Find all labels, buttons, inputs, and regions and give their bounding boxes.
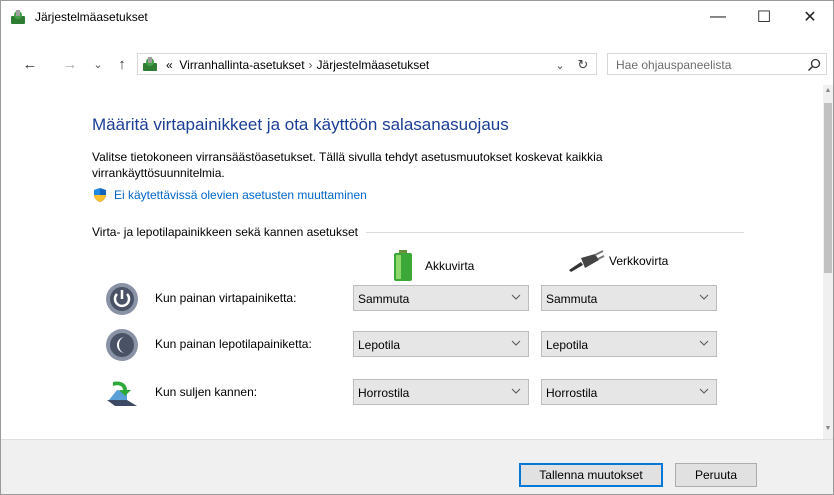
- sleep-button-battery-select[interactable]: Lepotila: [353, 331, 529, 357]
- sleep-button-plugged-value: Lepotila: [546, 338, 589, 352]
- scroll-up-arrow-icon[interactable]: ▲: [823, 87, 833, 97]
- minimize-button[interactable]: —: [695, 1, 741, 33]
- lid-close-plugged-value: Horrostila: [546, 386, 598, 400]
- control-panel-icon: [143, 57, 157, 71]
- power-button-row: Kun painan virtapainiketta: Sammuta Samm…: [105, 281, 725, 317]
- window: Järjestelmäasetukset — ☐ ✕ ← → ⌄ ↑ « Vir…: [0, 0, 834, 495]
- sleep-button-battery-value: Lepotila: [358, 338, 401, 352]
- uac-shield-icon: [94, 188, 106, 202]
- refresh-button[interactable]: ↻: [574, 56, 592, 74]
- chevron-down-icon: [511, 294, 521, 300]
- sleep-button-row: Kun painan lepotilapainiketta: Lepotila …: [105, 327, 725, 363]
- address-bar[interactable]: « Virranhallinta-asetukset › Järjestelmäas…: [137, 53, 597, 75]
- power-button-icon: [106, 283, 138, 315]
- breadcrumb: « Virranhallinta-asetukset › Järjestelmäas…: [166, 58, 429, 72]
- lid-close-plugged-select[interactable]: Horrostila: [541, 379, 717, 405]
- window-title: Järjestelmäasetukset: [35, 10, 148, 24]
- breadcrumb-item-power-options[interactable]: Virranhallinta-asetukset: [179, 58, 304, 72]
- recent-locations-button[interactable]: ⌄: [89, 49, 107, 79]
- breadcrumb-overflow[interactable]: «: [166, 58, 173, 72]
- chevron-down-icon: [699, 340, 709, 346]
- vertical-scrollbar[interactable]: ▲ ▼: [823, 85, 833, 439]
- close-button[interactable]: ✕: [787, 1, 833, 33]
- power-plug-icon: [569, 250, 605, 272]
- chevron-down-icon: [699, 294, 709, 300]
- chevron-down-icon: [511, 388, 521, 394]
- column-header-battery: Akkuvirta: [393, 250, 474, 282]
- settings-content: Määritä virtapainikkeet ja ota käyttöön …: [1, 85, 823, 439]
- footer-bar: Tallenna muutokset Peruuta: [1, 439, 833, 494]
- back-button[interactable]: ←: [19, 49, 41, 79]
- power-button-plugged-value: Sammuta: [546, 292, 598, 306]
- address-dropdown-button[interactable]: ⌄: [552, 56, 568, 74]
- page-description: Valitse tietokoneen virransäästöasetukse…: [92, 150, 603, 180]
- navigation-bar: ← → ⌄ ↑ « Virranhallinta-asetukset › Järje…: [1, 49, 833, 79]
- up-button[interactable]: ↑: [111, 49, 133, 79]
- save-changes-button[interactable]: Tallenna muutokset: [519, 463, 663, 487]
- title-bar[interactable]: Järjestelmäasetukset — ☐ ✕: [1, 1, 833, 33]
- admin-settings-link[interactable]: Ei käytettävissä olevien asetusten muutt…: [92, 187, 367, 203]
- control-panel-icon: [11, 10, 25, 24]
- scroll-down-arrow-icon[interactable]: ▼: [823, 425, 833, 435]
- search-box[interactable]: Hae ohjauspaneelista: [607, 53, 827, 75]
- forward-button[interactable]: →: [59, 49, 81, 79]
- sleep-button-icon: [106, 329, 138, 361]
- search-input[interactable]: Hae ohjauspaneelista: [616, 58, 731, 72]
- admin-settings-link-text[interactable]: Ei käytettävissä olevien asetusten muutt…: [114, 188, 367, 202]
- laptop-lid-icon: [107, 381, 137, 406]
- power-button-plugged-select[interactable]: Sammuta: [541, 285, 717, 311]
- chevron-down-icon: [699, 388, 709, 394]
- sleep-button-label: Kun painan lepotilapainiketta:: [155, 337, 312, 351]
- breadcrumb-separator[interactable]: ›: [309, 58, 313, 72]
- lid-close-battery-select[interactable]: Horrostila: [353, 379, 529, 405]
- section-title: Virta- ja lepotilapainikkeen sekä kannen…: [92, 225, 366, 239]
- search-icon[interactable]: [806, 57, 822, 73]
- page-title: Määritä virtapainikkeet ja ota käyttöön …: [92, 115, 509, 134]
- power-button-battery-select[interactable]: Sammuta: [353, 285, 529, 311]
- scroll-thumb[interactable]: [824, 103, 832, 273]
- power-button-label: Kun painan virtapainiketta:: [155, 291, 297, 305]
- maximize-button[interactable]: ☐: [741, 1, 787, 33]
- lid-close-battery-value: Horrostila: [358, 386, 410, 400]
- chevron-down-icon: [511, 340, 521, 346]
- power-button-battery-value: Sammuta: [358, 292, 410, 306]
- breadcrumb-item-system-settings[interactable]: Järjestelmäasetukset: [317, 58, 430, 72]
- column-label-battery: Akkuvirta: [425, 259, 475, 273]
- battery-icon: [394, 250, 412, 281]
- sleep-button-plugged-select[interactable]: Lepotila: [541, 331, 717, 357]
- cancel-button[interactable]: Peruuta: [675, 463, 757, 487]
- column-label-plugged: Verkkovirta: [609, 254, 669, 268]
- column-header-plugged: Verkkovirta: [567, 250, 668, 272]
- lid-close-row: Kun suljen kannen: Horrostila Horrostila: [105, 375, 725, 411]
- lid-close-label: Kun suljen kannen:: [155, 385, 258, 399]
